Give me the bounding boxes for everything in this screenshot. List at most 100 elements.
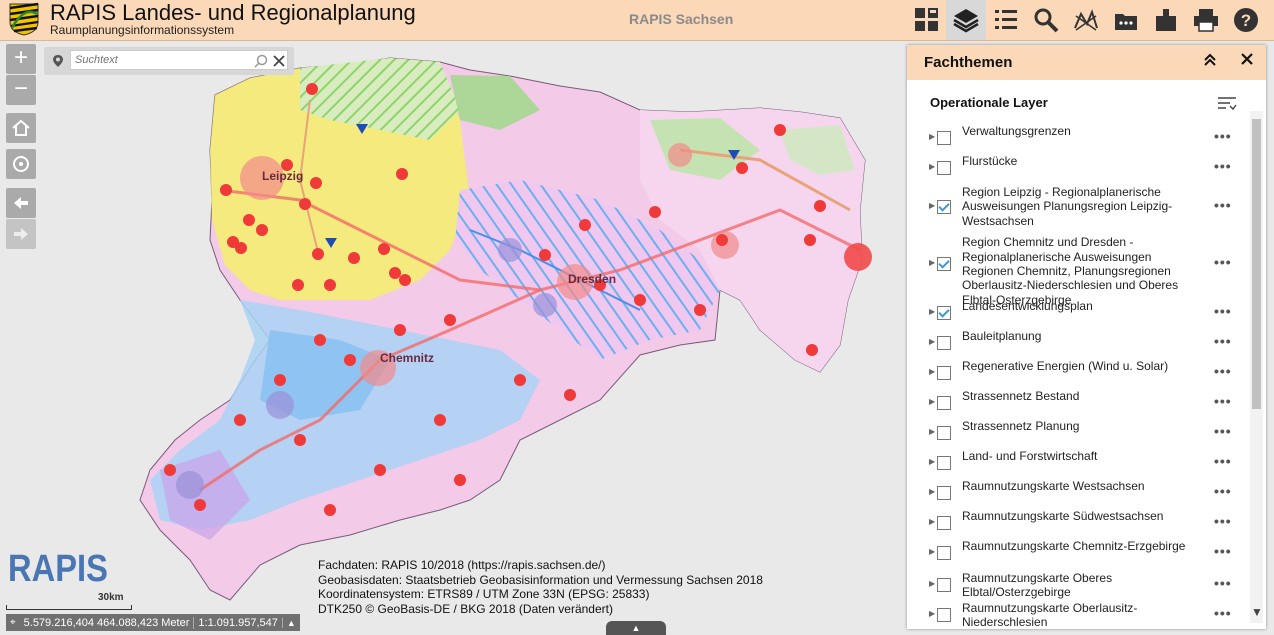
bookmark-button[interactable] xyxy=(1146,0,1186,40)
expand-layer-icon[interactable]: ▶ xyxy=(929,337,935,346)
close-panel-icon[interactable] xyxy=(1241,52,1253,70)
expand-layer-icon[interactable]: ▶ xyxy=(929,427,935,436)
layer-row[interactable]: ▶ Strassennetz Bestand ••• xyxy=(907,389,1247,417)
search-icon xyxy=(1034,8,1059,33)
layer-row[interactable]: ▶ Raumnutzungskarte Westsachsen ••• xyxy=(907,479,1247,507)
search-tool-button[interactable] xyxy=(1026,0,1066,40)
layer-row[interactable]: ▶ Strassennetz Planung ••• xyxy=(907,419,1247,447)
arrow-left-icon xyxy=(14,197,28,209)
layer-label: Strassennetz Planung xyxy=(962,418,1080,433)
next-extent-button[interactable] xyxy=(6,219,36,249)
layer-visibility-checkbox[interactable] xyxy=(937,426,951,440)
clear-search-icon[interactable] xyxy=(272,54,286,68)
expand-layer-icon[interactable]: ▶ xyxy=(929,132,935,141)
layer-visibility-checkbox[interactable] xyxy=(937,306,951,320)
layer-menu-icon[interactable]: ••• xyxy=(1214,543,1232,559)
layer-visibility-checkbox[interactable] xyxy=(937,516,951,530)
layer-options-icon[interactable] xyxy=(1217,95,1237,116)
layers-icon xyxy=(953,9,979,33)
expand-layer-icon[interactable]: ▶ xyxy=(929,367,935,376)
layer-label: Raumnutzungskarte Chemnitz-Erzgebirge xyxy=(962,538,1186,553)
layer-menu-icon[interactable]: ••• xyxy=(1214,254,1232,270)
crosshair-icon[interactable]: ⌖ xyxy=(6,617,20,628)
expand-layer-icon[interactable]: ▶ xyxy=(929,487,935,496)
layer-row[interactable]: ▶ Raumnutzungskarte Oberlausitz-Niedersch… xyxy=(907,599,1247,631)
credit-line: Geobasisdaten: Staatsbetrieb Geobasisinf… xyxy=(318,572,763,587)
scroll-thumb[interactable] xyxy=(1252,119,1261,409)
expand-layer-icon[interactable]: ▶ xyxy=(929,162,935,171)
layer-visibility-checkbox[interactable] xyxy=(937,336,951,350)
layer-menu-icon[interactable]: ••• xyxy=(1214,333,1232,349)
layer-visibility-checkbox[interactable] xyxy=(937,456,951,470)
expand-layer-icon[interactable]: ▶ xyxy=(929,579,935,588)
locate-button[interactable] xyxy=(6,149,36,179)
measure-button[interactable] xyxy=(1066,0,1106,40)
city-label-dresden: Dresden xyxy=(568,272,616,286)
expand-layer-icon[interactable]: ▶ xyxy=(929,258,935,267)
zoom-out-button[interactable]: − xyxy=(6,75,36,105)
help-button[interactable]: ? xyxy=(1226,0,1266,40)
print-button[interactable] xyxy=(1186,0,1226,40)
more-tools-button[interactable] xyxy=(1106,0,1146,40)
expand-layer-icon[interactable]: ▶ xyxy=(929,609,935,618)
layer-menu-icon[interactable]: ••• xyxy=(1214,303,1232,319)
scale-bar xyxy=(6,605,132,610)
app-subtitle: Raumplanungsinformationssystem xyxy=(50,23,235,37)
widgets-grid-button[interactable] xyxy=(907,0,947,40)
collapse-panel-icon[interactable] xyxy=(1203,53,1217,70)
layer-visibility-checkbox[interactable] xyxy=(937,486,951,500)
layer-visibility-checkbox[interactable] xyxy=(937,396,951,410)
layer-menu-icon[interactable]: ••• xyxy=(1214,197,1232,213)
layer-row[interactable]: ▶ Verwaltungsgrenzen ••• xyxy=(907,124,1247,152)
collapse-statusbar-icon[interactable]: ▲ xyxy=(281,617,300,628)
layer-menu-icon[interactable]: ••• xyxy=(1214,128,1232,144)
layer-menu-icon[interactable]: ••• xyxy=(1214,483,1232,499)
zoom-in-button[interactable]: + xyxy=(6,44,36,74)
bottom-panel-toggle[interactable]: ▲ xyxy=(606,621,666,635)
layer-menu-icon[interactable]: ••• xyxy=(1214,453,1232,469)
legend-button[interactable] xyxy=(986,0,1026,40)
expand-layer-icon[interactable]: ▶ xyxy=(929,457,935,466)
layer-visibility-checkbox[interactable] xyxy=(937,578,951,592)
layer-visibility-checkbox[interactable] xyxy=(937,257,951,271)
scroll-down-icon[interactable]: ▼ xyxy=(1251,605,1263,619)
home-button[interactable] xyxy=(6,113,36,143)
expand-layer-icon[interactable]: ▶ xyxy=(929,201,935,210)
layer-menu-icon[interactable]: ••• xyxy=(1214,513,1232,529)
layer-menu-icon[interactable]: ••• xyxy=(1214,605,1232,621)
previous-extent-button[interactable] xyxy=(6,188,36,218)
rapis-logo-text: RAPIS xyxy=(8,548,108,590)
layer-visibility-checkbox[interactable] xyxy=(937,366,951,380)
layer-visibility-checkbox[interactable] xyxy=(937,608,951,622)
layer-visibility-checkbox[interactable] xyxy=(937,161,951,175)
layer-menu-icon[interactable]: ••• xyxy=(1214,393,1232,409)
measure-tool-icon xyxy=(1074,9,1098,31)
search-icon[interactable] xyxy=(254,54,268,68)
layer-row[interactable]: ▶ Flurstücke ••• xyxy=(907,154,1247,182)
layer-row[interactable]: ▶ Raumnutzungskarte Chemnitz-Erzgebirge ••… xyxy=(907,539,1247,567)
expand-layer-icon[interactable]: ▶ xyxy=(929,397,935,406)
layer-row[interactable]: ▶ Bauleitplanung ••• xyxy=(907,329,1247,357)
layer-list-scrollbar[interactable]: ▼ xyxy=(1250,111,1263,623)
layer-row[interactable]: ▶ Land- und Forstwirtschaft ••• xyxy=(907,449,1247,477)
layer-label: Region Leipzig - Regionalplanerische Aus… xyxy=(962,185,1173,228)
layers-button[interactable] xyxy=(946,0,986,40)
layer-label: Landesentwicklungsplan xyxy=(962,298,1093,313)
layer-row[interactable]: ▶ Raumnutzungskarte Südwestsachsen ••• xyxy=(907,509,1247,537)
layer-menu-icon[interactable]: ••• xyxy=(1214,158,1232,174)
layer-visibility-checkbox[interactable] xyxy=(937,131,951,145)
layer-menu-icon[interactable]: ••• xyxy=(1214,575,1232,591)
layer-row[interactable]: ▶ Landesentwicklungsplan ••• xyxy=(907,299,1247,327)
layer-menu-icon[interactable]: ••• xyxy=(1214,363,1232,379)
layer-visibility-checkbox[interactable] xyxy=(937,199,951,214)
expand-layer-icon[interactable]: ▶ xyxy=(929,547,935,556)
layer-visibility-checkbox[interactable] xyxy=(937,546,951,560)
layer-row[interactable]: ▶ Region Leipzig - Regionalplanerische Au… xyxy=(907,185,1247,228)
expand-layer-icon[interactable]: ▶ xyxy=(929,517,935,526)
expand-layer-icon[interactable]: ▶ xyxy=(929,307,935,316)
layer-menu-icon[interactable]: ••• xyxy=(1214,423,1232,439)
locate-icon xyxy=(13,156,29,172)
layer-row[interactable]: ▶ Region Chemnitz und Dresden - Regionalp… xyxy=(907,234,1247,306)
layer-row[interactable]: ▶ Regenerative Energien (Wind u. Solar) ••… xyxy=(907,359,1247,387)
layer-row[interactable]: ▶ Raumnutzungskarte Oberes Elbtal/Osterzg… xyxy=(907,569,1247,601)
